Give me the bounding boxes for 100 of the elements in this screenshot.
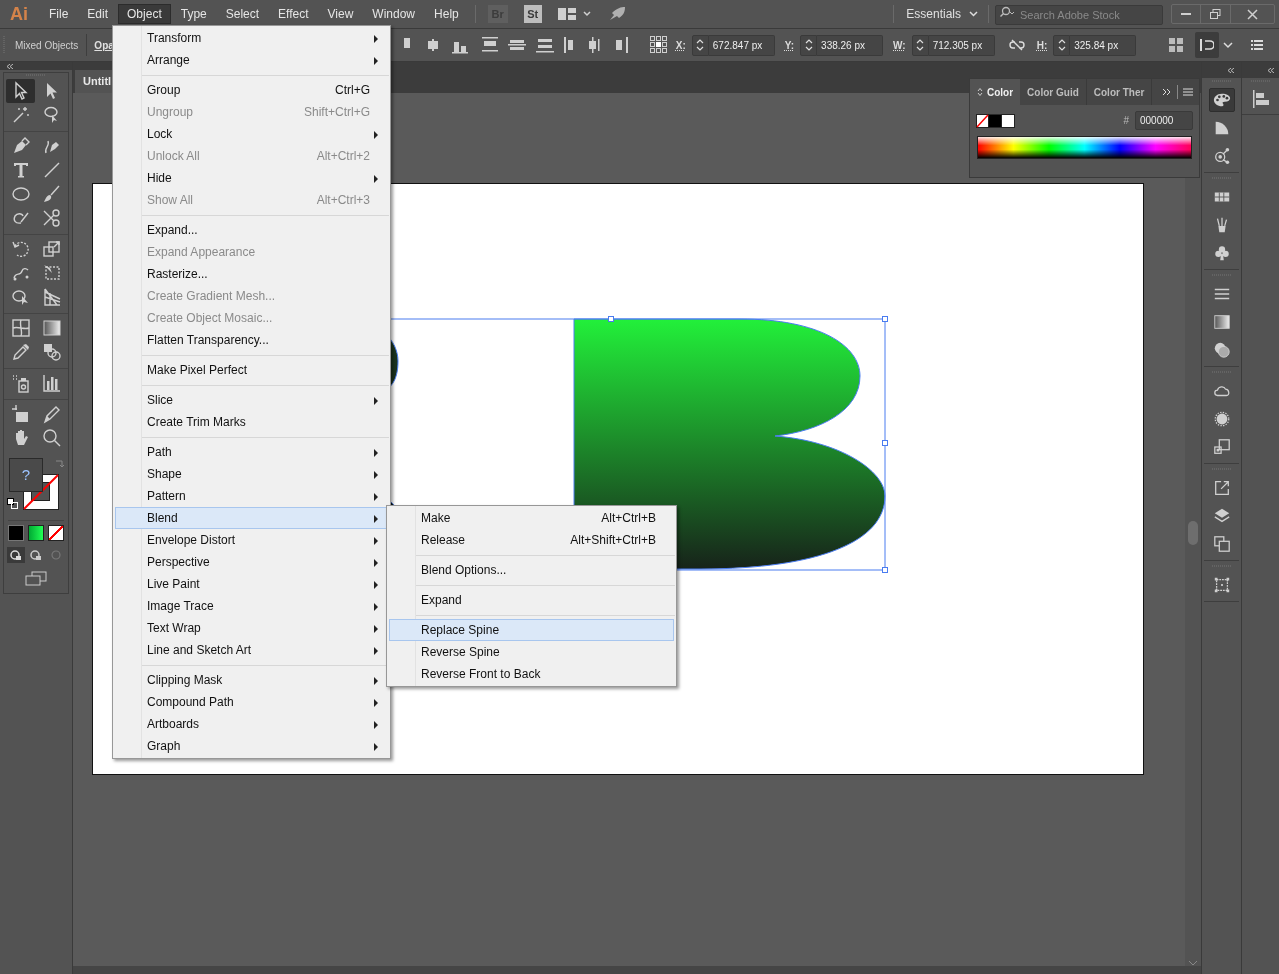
menu-item[interactable]: Line and Sketch Art <box>115 639 388 661</box>
collapse-icon[interactable] <box>1227 67 1235 73</box>
menu-item[interactable]: Make Pixel Perfect <box>115 359 388 381</box>
menu-item[interactable]: Hide <box>115 167 388 189</box>
hex-field[interactable]: 000000 <box>1135 111 1193 130</box>
palette-icon[interactable] <box>1208 88 1235 112</box>
panel-tab[interactable]: Color <box>970 79 1021 105</box>
up-down-arrows-icon <box>916 38 925 52</box>
stepper-button[interactable] <box>691 34 709 56</box>
menu-item[interactable]: Artboards <box>115 713 388 735</box>
menu-item[interactable]: Reverse Front to Back <box>389 663 674 685</box>
menu-item[interactable]: Rasterize... <box>115 263 388 285</box>
minimize-icon <box>1181 13 1191 15</box>
menu-item[interactable]: Select <box>216 4 269 24</box>
color-spectrum[interactable] <box>977 136 1192 159</box>
menu-item[interactable]: Image Trace <box>115 595 388 617</box>
menu-item[interactable]: Object <box>118 4 171 24</box>
menu-item[interactable]: Graph <box>115 735 388 757</box>
collapse-icon[interactable] <box>6 63 14 69</box>
menu-icon[interactable] <box>1251 40 1263 50</box>
scrollbar-thumb[interactable] <box>1188 521 1198 545</box>
menu-item[interactable]: Clipping Mask <box>115 669 388 691</box>
menu-item[interactable]: Replace Spine <box>389 619 674 641</box>
menu-item[interactable]: Make Alt+Ctrl+B <box>389 507 674 529</box>
panel-tab[interactable]: Color Guid <box>1020 79 1087 105</box>
panel-menu-icon[interactable] <box>1183 88 1193 96</box>
menu-item[interactable]: Pattern <box>115 485 388 507</box>
grip-handle-icon[interactable] <box>1250 78 1271 84</box>
menu-item[interactable]: Reverse Spine <box>389 641 674 663</box>
grip-handle-icon[interactable] <box>1211 78 1232 84</box>
up-down-arrows-icon <box>804 38 813 52</box>
menu-item[interactable]: Group Ctrl+G <box>115 79 388 101</box>
menu-item[interactable]: Shape <box>115 463 388 485</box>
coordinate-field[interactable]: 712.305 px <box>928 34 995 56</box>
field-label: W: <box>893 38 906 53</box>
coordinate-field[interactable]: 672.847 px <box>708 34 775 56</box>
search-field[interactable]: Search Adobe Stock <box>995 5 1163 25</box>
up-down-arrows-icon <box>696 38 705 52</box>
menu-item[interactable]: Text Wrap <box>115 617 388 639</box>
menu-item[interactable]: Envelope Distort <box>115 529 388 551</box>
up-down-arrows-icon <box>1057 38 1066 52</box>
menu-item[interactable]: Transform <box>115 27 388 49</box>
field-label: H: <box>1036 38 1048 53</box>
stock-badge[interactable]: St <box>523 5 542 23</box>
menu-item[interactable]: Expand <box>389 589 674 611</box>
gradient-mode-button[interactable] <box>28 525 44 541</box>
stepper-button[interactable] <box>911 34 929 56</box>
arrange-grid-icon[interactable] <box>1169 38 1183 52</box>
menu-item[interactable]: Release Alt+Shift+Ctrl+B <box>389 529 674 551</box>
menu-item[interactable]: Effect <box>269 4 318 24</box>
menu-item[interactable]: Path <box>115 441 388 463</box>
close-icon <box>1247 8 1258 20</box>
menu-item[interactable]: Flatten Transparency... <box>115 329 388 351</box>
more-tabs-icon[interactable] <box>1162 88 1172 96</box>
stepper-button[interactable] <box>1053 34 1071 56</box>
menu-item[interactable]: Lock <box>115 123 388 145</box>
none-mode-button[interactable] <box>48 525 64 541</box>
panel-tab[interactable]: Color Ther <box>1086 79 1153 105</box>
caret-icon <box>969 11 978 17</box>
draw-normal-icon[interactable] <box>7 547 25 563</box>
menu-item[interactable]: Slice <box>115 389 388 411</box>
screen-mode-icon[interactable] <box>24 571 48 587</box>
field-label: X: <box>675 38 686 53</box>
default-colors-icon[interactable] <box>7 498 18 509</box>
menu-item[interactable]: Blend <box>115 507 388 529</box>
coordinate-field[interactable]: 338.26 px <box>817 34 884 56</box>
fill-stroke-swatches[interactable] <box>976 113 1016 128</box>
reference-point-icon[interactable] <box>649 36 668 54</box>
menu-item[interactable]: Perspective <box>115 551 388 573</box>
unlinked-chain-icon[interactable] <box>1008 39 1025 51</box>
isolate-button[interactable] <box>1195 32 1219 58</box>
menu-item[interactable]: Expand... <box>115 219 388 241</box>
menu-item[interactable]: Live Paint <box>115 573 388 595</box>
collapse-icon[interactable] <box>1267 67 1275 73</box>
menu-item[interactable]: File <box>40 4 78 24</box>
menu-item[interactable]: Arrange <box>115 49 388 71</box>
menu-item[interactable]: Help <box>425 4 468 24</box>
menu-item[interactable]: View <box>318 4 363 24</box>
coordinate-field[interactable]: 325.84 px <box>1070 34 1137 56</box>
workspace-layout-icon[interactable] <box>557 7 592 21</box>
menu-item[interactable]: Type <box>171 4 216 24</box>
restore-icon <box>1210 9 1221 19</box>
up-down-arrows-icon <box>977 87 983 97</box>
fill-swatch[interactable]: ? <box>9 458 43 492</box>
menu-item[interactable]: Blend Options... <box>389 559 674 581</box>
menu-item[interactable]: Edit <box>78 4 118 24</box>
isolate-icon <box>1200 38 1214 52</box>
selection-label: Mixed Objects <box>15 38 79 53</box>
caret-icon[interactable] <box>1223 41 1233 49</box>
stepper-button[interactable] <box>800 34 818 56</box>
align-left-icon[interactable] <box>1251 90 1270 108</box>
arrow-pointer-icon[interactable] <box>6 79 35 103</box>
menu-item[interactable]: Window <box>363 4 425 24</box>
color-mode-button[interactable] <box>8 525 24 541</box>
menu-item[interactable]: Create Trim Marks <box>115 411 388 433</box>
field-label: Y: <box>784 38 795 53</box>
search-icon <box>999 6 1015 18</box>
menu-item[interactable]: Compound Path <box>115 691 388 713</box>
rocket-icon[interactable] <box>607 6 626 22</box>
workspace-switcher[interactable]: Essentials <box>906 5 978 23</box>
